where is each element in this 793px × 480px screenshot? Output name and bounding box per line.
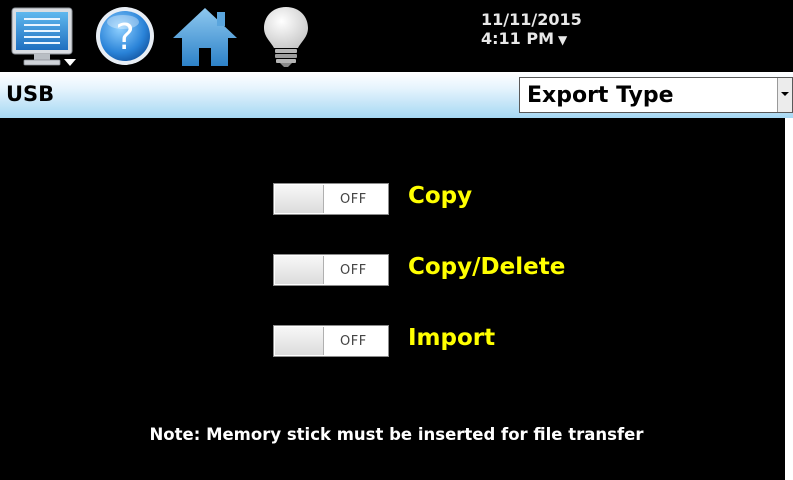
monitor-menu-icon[interactable] — [10, 4, 80, 68]
time-text: 4:11 PM — [481, 29, 555, 48]
memory-stick-note: Note: Memory stick must be inserted for … — [149, 425, 644, 444]
copy-label: Copy — [408, 183, 473, 209]
usb-screen: ? 11/11/2015 4:11 PM ▼ USB Export Type O… — [0, 0, 793, 480]
toggle-state: OFF — [340, 334, 367, 349]
toggle-state: OFF — [340, 263, 367, 278]
lightbulb-icon[interactable] — [258, 4, 314, 68]
page-title: USB — [6, 82, 55, 106]
help-icon[interactable]: ? — [92, 4, 158, 68]
screen-edge — [785, 118, 793, 480]
toggle-state: OFF — [340, 192, 367, 207]
copy-delete-toggle[interactable]: OFF — [273, 254, 389, 286]
chevron-down-icon[interactable] — [777, 78, 792, 112]
date-text: 11/11/2015 — [481, 10, 582, 29]
time-dropdown-arrow-icon[interactable]: ▼ — [558, 33, 567, 47]
top-bar: ? 11/11/2015 4:11 PM ▼ — [0, 0, 793, 72]
toggle-knob — [275, 256, 324, 284]
toggle-knob — [275, 327, 324, 355]
import-label: Import — [408, 325, 496, 351]
svg-text:?: ? — [115, 17, 134, 58]
toggle-knob — [275, 185, 324, 213]
export-type-value: Export Type — [527, 83, 674, 108]
home-icon[interactable] — [170, 4, 240, 68]
copy-delete-label: Copy/Delete — [408, 254, 566, 280]
copy-toggle[interactable]: OFF — [273, 183, 389, 215]
import-toggle[interactable]: OFF — [273, 325, 389, 357]
export-type-select[interactable]: Export Type — [519, 77, 793, 113]
date-time-display[interactable]: 11/11/2015 4:11 PM ▼ — [481, 10, 641, 50]
